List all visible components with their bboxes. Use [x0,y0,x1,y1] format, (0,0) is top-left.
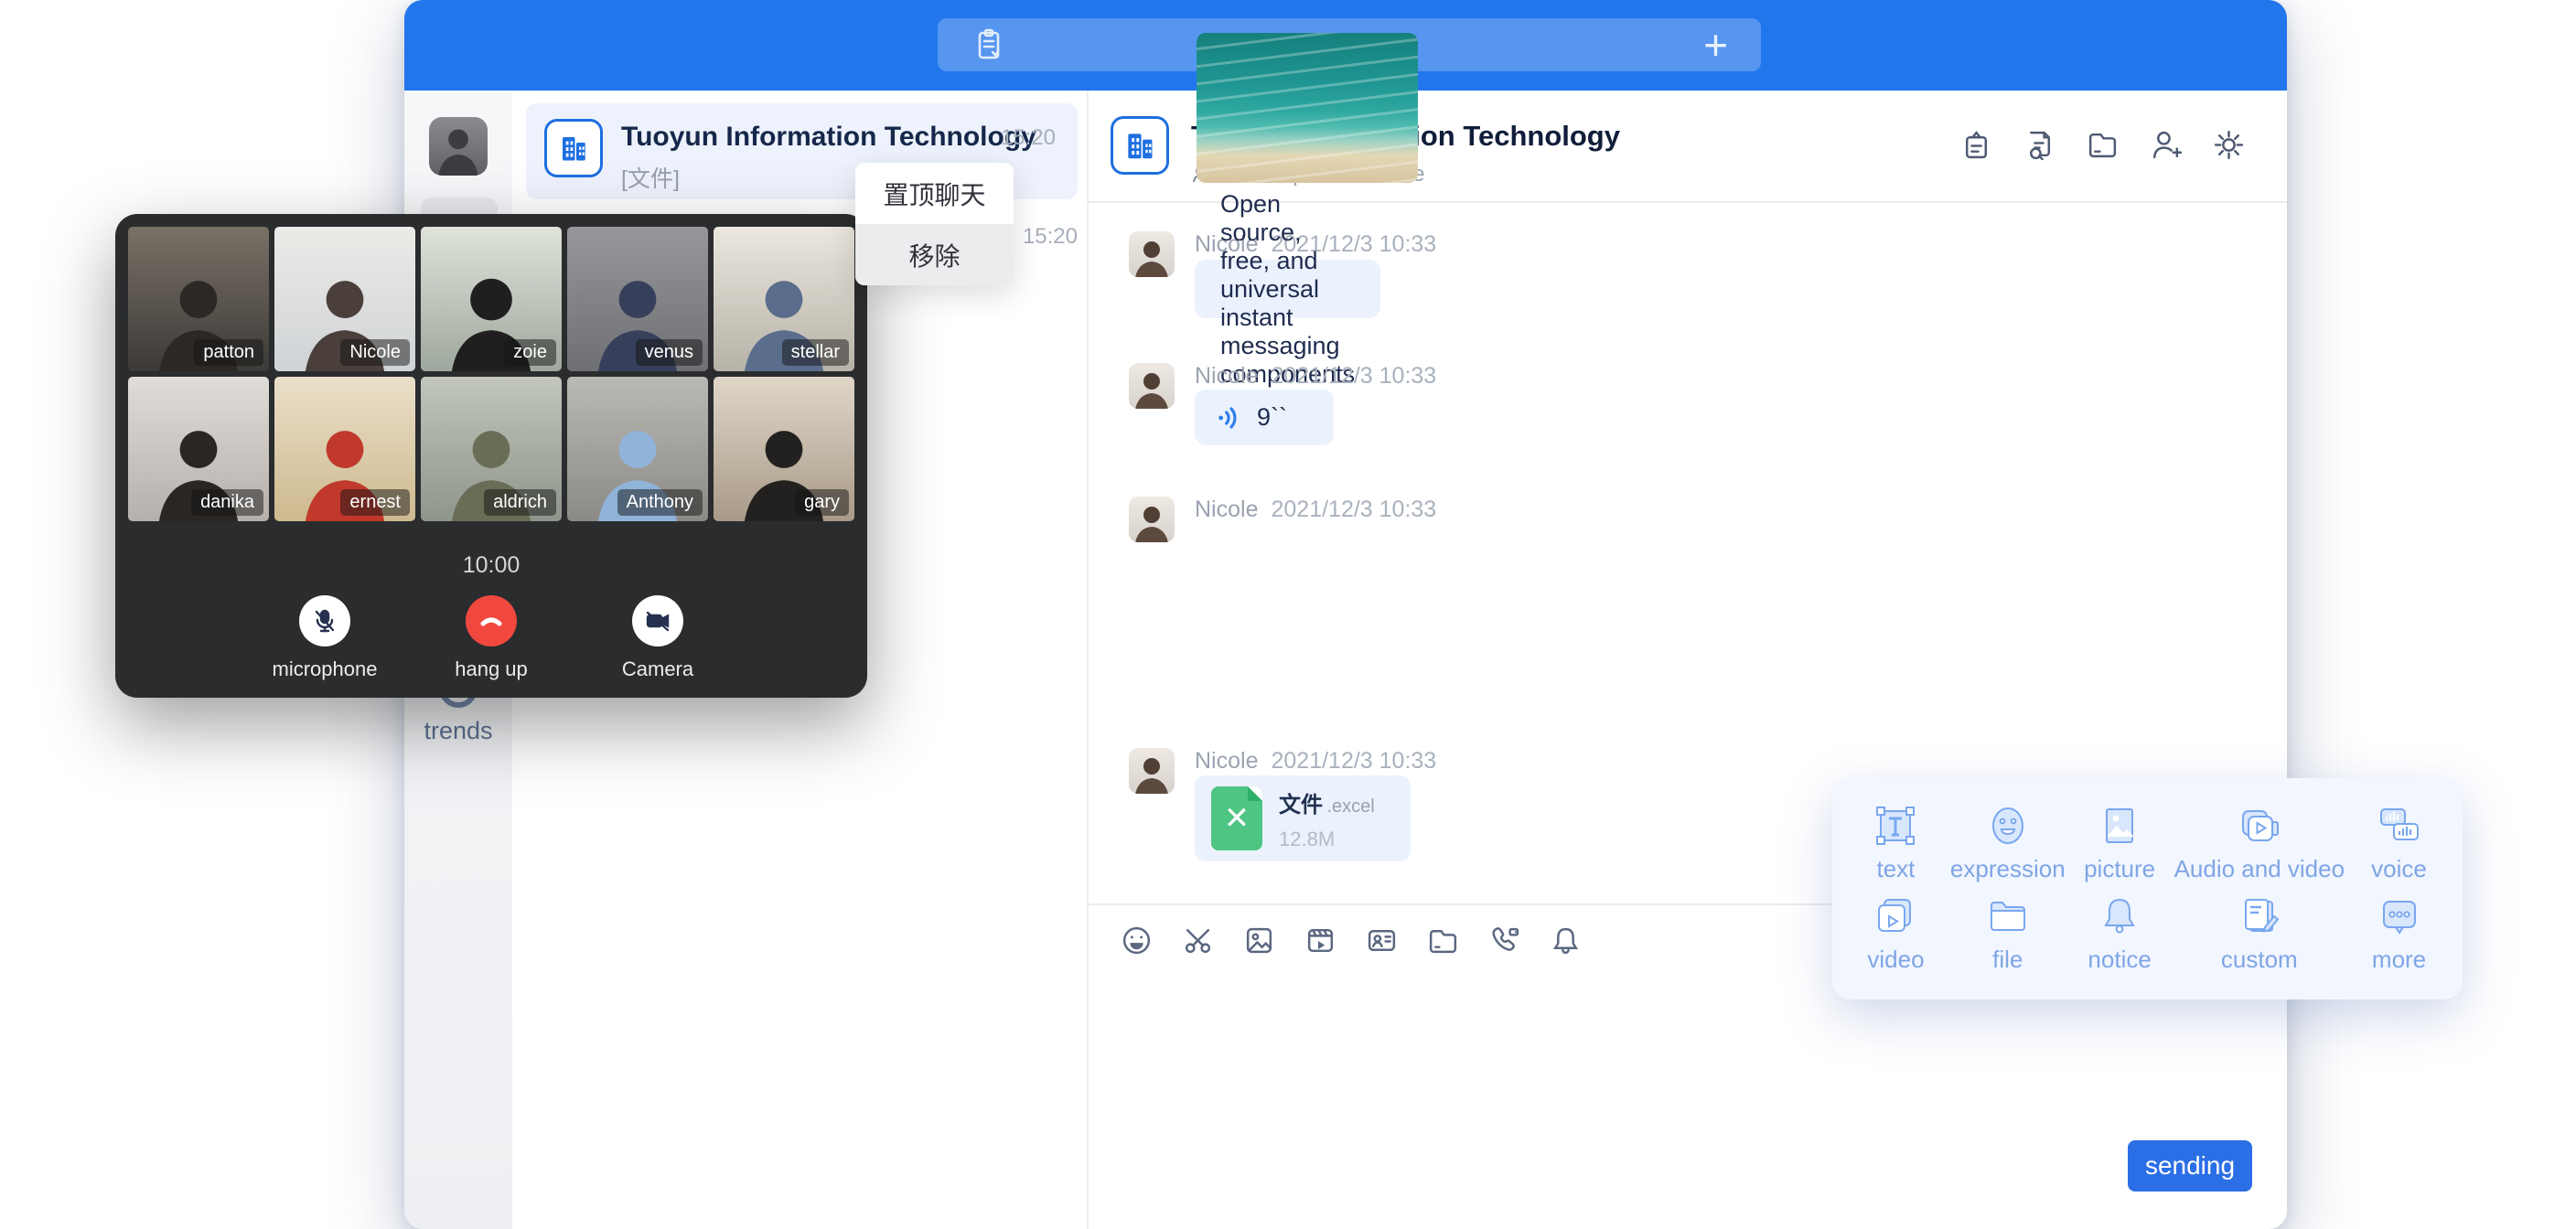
add-member-icon[interactable] [2149,128,2183,162]
file-name: 文件 [1279,793,1323,818]
sender-name: Nicole [1195,748,1258,774]
building-icon [1122,128,1157,163]
conversation-title: Tuoyun Information Technology [621,122,1036,153]
image-message-beach[interactable] [1197,33,1418,183]
video-tile: gary [714,377,854,521]
conversation-time: 15:20 [1001,125,1056,151]
mic-muted-icon [311,607,338,635]
conversation-preview: [文件] [621,161,680,194]
call-icon[interactable] [1487,924,1521,957]
avatar[interactable] [1129,748,1175,794]
avatar[interactable] [1129,231,1175,277]
video-tile: ernest [274,377,415,521]
message-time: 2021/12/3 10:33 [1271,363,1436,389]
avatar[interactable] [1129,363,1175,409]
group-avatar [544,119,603,177]
text-icon [1873,804,1917,848]
file-size: 12.8M [1279,828,1375,851]
audio-video-icon [2238,804,2281,848]
video-tile: venus [567,227,708,371]
picture-panel-icon [2098,804,2141,848]
file-ext: .excel [1326,796,1374,817]
attach-item-audio-video[interactable]: Audio and video [2174,804,2345,883]
camera-muted-icon [644,607,671,635]
file-card[interactable]: ✕ 文件 .excel 12.8M [1195,775,1411,861]
chat-record-search-icon[interactable] [2023,128,2056,162]
attach-item-more[interactable]: more [2372,894,2426,974]
group-notice-icon[interactable] [1959,128,1993,162]
plus-icon[interactable]: + [1703,27,1728,63]
file-icon[interactable] [1426,924,1460,957]
attach-item-voice[interactable]: voice [2371,804,2427,883]
group-file-icon[interactable] [2086,128,2120,162]
custom-panel-icon [2238,894,2281,938]
settings-gear-icon[interactable] [2212,128,2246,162]
message-time: 2021/12/3 10:33 [1271,497,1436,522]
video-call-overlay: patton Nicole zoie venus stellar danika … [115,214,867,698]
video-tile: danika [128,377,269,521]
more-panel-icon [2377,894,2421,938]
message-time: 2021/12/3 10:33 [1271,748,1436,774]
video-tile: Nicole [274,227,415,371]
video-clip-icon[interactable] [1304,924,1337,957]
notice-panel-icon [2098,894,2141,938]
context-menu: 置顶聊天 移除 [855,163,1014,285]
attach-item-expression[interactable]: expression [1950,804,2066,883]
sender-name: Nicole [1195,497,1258,522]
camera-button[interactable]: Camera [604,595,712,681]
microphone-button[interactable]: microphone [271,595,379,681]
attach-item-notice[interactable]: notice [2088,894,2151,974]
video-tile: stellar [714,227,854,371]
voice-wave-icon [1215,403,1244,433]
picture-icon[interactable] [1242,924,1276,957]
voice-panel-icon [2377,804,2421,848]
video-tile: patton [128,227,269,371]
expression-icon [1986,804,2030,848]
note-icon[interactable] [971,27,1007,63]
voice-bubble[interactable]: 9`` [1195,390,1334,445]
group-avatar [1111,116,1169,175]
screenshot-scissors-icon[interactable] [1181,924,1215,957]
video-tile: aldrich [421,377,562,521]
voice-duration: 9`` [1257,403,1287,432]
attach-item-picture[interactable]: Audio and video picture [2084,804,2155,883]
attach-item-text[interactable]: text [1873,804,1917,883]
video-tile: zoie [421,227,562,371]
menu-item-pin-chat[interactable]: 置顶聊天 [855,163,1014,224]
avatar[interactable] [1129,497,1175,542]
call-timer: 10:00 [128,552,854,579]
contact-card-icon[interactable] [1365,924,1399,957]
video-panel-icon [1873,894,1917,938]
emoji-icon[interactable] [1120,924,1154,957]
building-icon [557,132,590,165]
trends-label: trends [404,717,512,745]
menu-item-remove[interactable]: 移除 [855,224,1014,285]
attach-item-file[interactable]: file [1986,894,2030,974]
participant-grid: patton Nicole zoie venus stellar danika … [128,227,854,521]
file-panel-icon [1986,894,2030,938]
hang-up-button[interactable]: hang up [437,595,545,681]
sender-name: Nicole [1195,363,1258,389]
video-tile: Anthony [567,377,708,521]
attach-panel: text expression Audio and video picture … [1832,778,2463,999]
text-bubble: Open source, free, and universal instant… [1195,260,1380,318]
attach-item-custom[interactable]: custom [2221,894,2298,974]
send-button[interactable]: sending [2128,1140,2252,1192]
user-avatar[interactable] [429,117,488,176]
attach-item-video[interactable]: video [1867,894,1924,974]
conversation-time: 15:20 [1014,224,1078,250]
hang-up-icon [478,607,505,635]
notice-bell-icon[interactable] [1549,924,1583,957]
excel-file-icon: ✕ [1211,786,1262,850]
